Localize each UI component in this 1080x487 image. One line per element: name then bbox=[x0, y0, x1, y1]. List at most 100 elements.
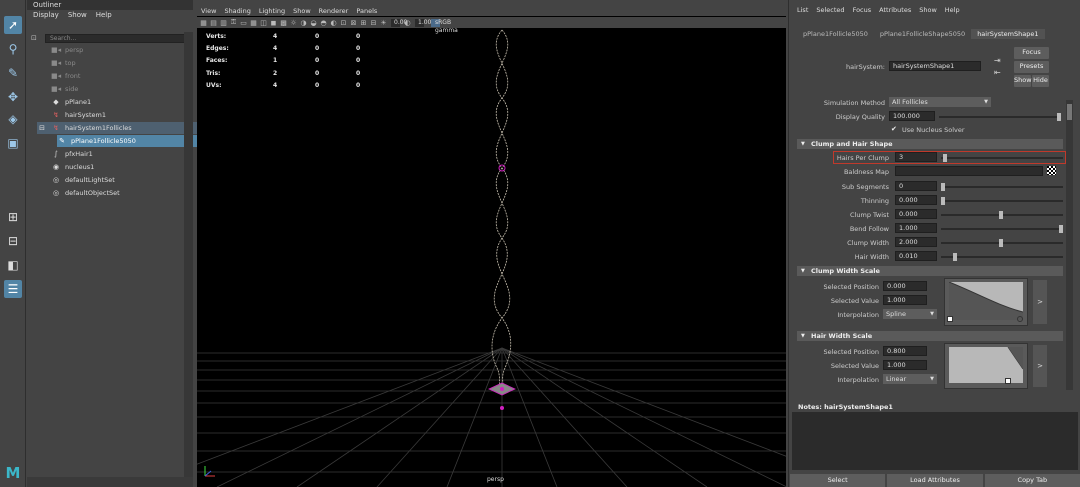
single-pane-layout-icon[interactable]: ⊞ bbox=[4, 208, 22, 226]
clump-twist-slider[interactable] bbox=[941, 211, 1063, 219]
smooth-shade-icon[interactable]: ◼ bbox=[269, 19, 278, 27]
dof-icon[interactable]: ◐ bbox=[329, 19, 338, 27]
grid-icon[interactable]: ▦ bbox=[249, 19, 258, 27]
clump-width-field[interactable]: 2.000 bbox=[895, 237, 937, 247]
clump-width-slider[interactable] bbox=[941, 239, 1063, 247]
presets-button[interactable]: Presets bbox=[1014, 61, 1049, 73]
clump-width-scale-header[interactable]: Clump Width Scale bbox=[797, 266, 1063, 276]
menu-list[interactable]: List bbox=[797, 6, 808, 14]
cws-selected-position-field[interactable]: 0.000 bbox=[883, 281, 927, 291]
outliner-layout-icon[interactable]: ☰ bbox=[4, 280, 22, 298]
slider-knob[interactable] bbox=[953, 253, 957, 261]
menu-renderer[interactable]: Renderer bbox=[319, 7, 349, 15]
hairs-per-clump-field[interactable]: 3 bbox=[895, 152, 937, 162]
image-plane-icon[interactable]: ▥ bbox=[219, 19, 228, 27]
notes-textarea[interactable] bbox=[792, 412, 1078, 470]
attribute-editor-scrollbar[interactable] bbox=[1066, 100, 1073, 390]
ramp-graph[interactable] bbox=[949, 282, 1023, 320]
menu-attributes[interactable]: Attributes bbox=[879, 6, 911, 14]
select-button[interactable]: Select bbox=[790, 474, 886, 487]
textured-icon[interactable]: ▩ bbox=[279, 19, 288, 27]
list-item[interactable]: ∫ pfxHair1 bbox=[51, 148, 93, 160]
simulation-method-dropdown[interactable]: All Follicles bbox=[889, 97, 991, 107]
slider-knob[interactable] bbox=[1059, 225, 1063, 233]
slider-knob[interactable] bbox=[999, 211, 1003, 219]
menu-shading[interactable]: Shading bbox=[224, 7, 250, 15]
slider-knob[interactable] bbox=[941, 197, 945, 205]
hair-width-slider[interactable] bbox=[941, 253, 1063, 261]
ramp-key-icon[interactable] bbox=[947, 316, 953, 322]
lock-camera-icon[interactable]: ⚿ bbox=[229, 18, 238, 27]
color-space-dropdown[interactable]: sRGB gamma bbox=[431, 18, 458, 34]
cws-interpolation-dropdown[interactable]: Spline bbox=[883, 309, 937, 319]
bend-follow-field[interactable]: 1.000 bbox=[895, 223, 937, 233]
list-item[interactable]: ■◂ persp bbox=[51, 44, 83, 56]
gamma-field[interactable]: 1.00 bbox=[415, 18, 431, 27]
baldness-map-field[interactable] bbox=[895, 166, 1043, 176]
xray-joints-icon[interactable]: ⊞ bbox=[359, 19, 368, 27]
list-item[interactable]: ◆ pPlane1 bbox=[51, 96, 91, 108]
slider-knob[interactable] bbox=[941, 183, 945, 191]
slider-knob[interactable] bbox=[999, 239, 1003, 247]
lasso-tool-icon[interactable]: ⚲ bbox=[4, 40, 22, 58]
show-button[interactable]: Show bbox=[1014, 75, 1032, 87]
list-item[interactable]: ◎ defaultLightSet bbox=[51, 174, 115, 186]
menu-panels[interactable]: Panels bbox=[356, 7, 377, 15]
aa-icon[interactable]: ◓ bbox=[319, 19, 328, 27]
outliner-scrollbar[interactable] bbox=[184, 32, 193, 477]
bookmark-icon[interactable]: ▤ bbox=[209, 19, 218, 27]
camera-attr-icon[interactable]: ▦ bbox=[199, 19, 208, 27]
hws-selected-value-field[interactable]: 1.000 bbox=[883, 360, 927, 370]
node-name-field[interactable]: hairSystemShape1 bbox=[889, 61, 981, 71]
ramp-graph[interactable] bbox=[949, 347, 1023, 383]
list-item[interactable]: ◎ defaultObjectSet bbox=[51, 187, 120, 199]
map-button-icon[interactable] bbox=[1047, 166, 1056, 175]
xray-active-icon[interactable]: ⊟ bbox=[369, 19, 378, 27]
go-to-input-icon[interactable]: ⇥ bbox=[994, 56, 1001, 65]
wireframe-icon[interactable]: ◫ bbox=[259, 19, 268, 27]
outliner-horizontal-scrollbar[interactable] bbox=[27, 477, 193, 487]
menu-selected[interactable]: Selected bbox=[816, 6, 844, 14]
list-item[interactable]: ■◂ top bbox=[51, 57, 76, 69]
menu-view[interactable]: View bbox=[201, 7, 216, 15]
outliner-search-input[interactable]: Search... bbox=[45, 34, 189, 43]
bend-follow-slider[interactable] bbox=[941, 225, 1063, 233]
viewport-scene[interactable] bbox=[197, 28, 786, 487]
cws-selected-value-field[interactable]: 1.000 bbox=[883, 295, 927, 305]
expand-ramp-button[interactable]: > bbox=[1033, 280, 1047, 324]
clump-width-ramp[interactable] bbox=[944, 278, 1028, 326]
exposure-field[interactable]: 0.00 bbox=[391, 18, 407, 27]
slider-knob[interactable] bbox=[1057, 113, 1061, 121]
hws-selected-position-field[interactable]: 0.800 bbox=[883, 346, 927, 356]
slider-knob[interactable] bbox=[943, 154, 947, 162]
sub-segments-field[interactable]: 0 bbox=[895, 181, 937, 191]
paint-select-icon[interactable]: ✎ bbox=[4, 64, 22, 82]
checkbox-checked-icon[interactable]: ✔ bbox=[891, 125, 897, 133]
menu-show[interactable]: Show bbox=[68, 11, 87, 19]
ramp-key-icon[interactable] bbox=[1017, 316, 1023, 322]
list-item[interactable]: ◉ nucleus1 bbox=[51, 161, 94, 173]
shadows-icon[interactable]: ◑ bbox=[299, 19, 308, 27]
hair-width-field[interactable]: 0.010 bbox=[895, 251, 937, 261]
select-tool-icon[interactable]: ➚ bbox=[4, 16, 22, 34]
focus-button[interactable]: Focus bbox=[1014, 47, 1049, 59]
lights-icon[interactable]: ☼ bbox=[289, 19, 298, 27]
display-quality-slider[interactable] bbox=[939, 113, 1061, 121]
menu-show[interactable]: Show bbox=[919, 6, 937, 14]
menu-help[interactable]: Help bbox=[96, 11, 112, 19]
tab-follicle[interactable]: pPlane1Follicle5050 bbox=[797, 29, 874, 39]
go-to-output-icon[interactable]: ⇤ bbox=[994, 68, 1001, 77]
copy-tab-button[interactable]: Copy Tab bbox=[984, 474, 1080, 487]
thinning-slider[interactable] bbox=[941, 197, 1063, 205]
display-quality-field[interactable]: 100.000 bbox=[889, 111, 935, 121]
menu-display[interactable]: Display bbox=[33, 11, 59, 19]
scale-tool-icon[interactable]: ▣ bbox=[4, 134, 22, 152]
menu-focus[interactable]: Focus bbox=[853, 6, 872, 14]
film-gate-icon[interactable]: ▭ bbox=[239, 19, 248, 27]
expand-ramp-button[interactable]: > bbox=[1033, 345, 1047, 387]
thinning-field[interactable]: 0.000 bbox=[895, 195, 937, 205]
menu-help[interactable]: Help bbox=[945, 6, 960, 14]
hair-width-scale-header[interactable]: Hair Width Scale bbox=[797, 331, 1063, 341]
isolate-icon[interactable]: ⊡ bbox=[339, 19, 348, 27]
two-pane-layout-icon[interactable]: ◧ bbox=[4, 256, 22, 274]
